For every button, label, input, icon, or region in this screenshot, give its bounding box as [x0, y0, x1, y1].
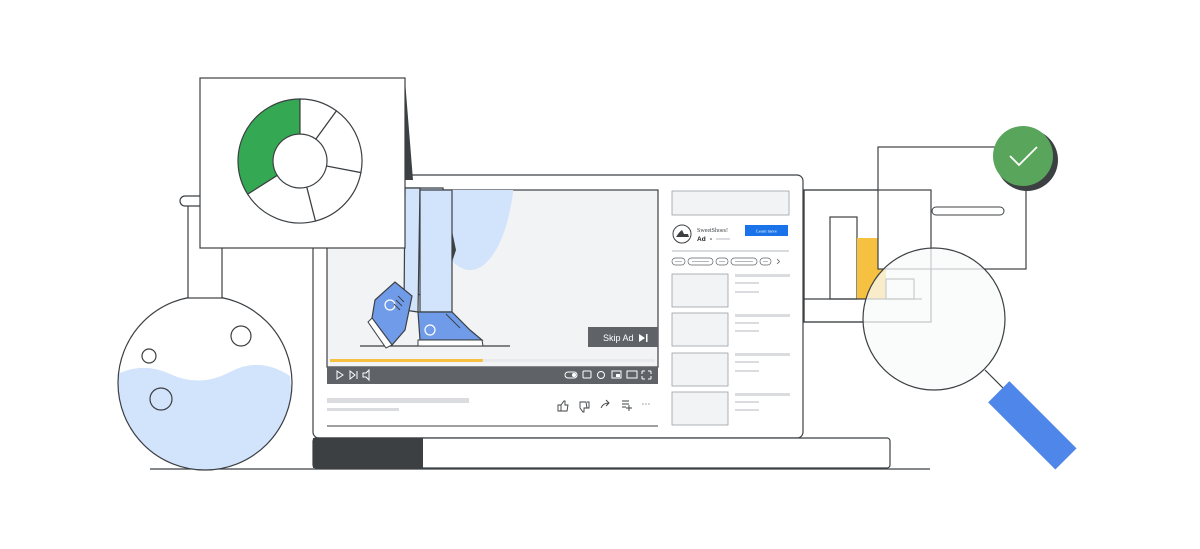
skip-ad-button[interactable]: Skip Ad: [588, 327, 658, 347]
magnifier-handle: [988, 381, 1077, 470]
video-subtitle-placeholder: [327, 408, 399, 411]
skip-ad-label: Skip Ad: [603, 333, 634, 343]
avatar: [672, 224, 692, 244]
learn-more-button[interactable]: Learn more: [745, 225, 788, 236]
status-line-placeholder: [931, 206, 1005, 216]
ad-progress-fill: [330, 359, 483, 362]
video-title-placeholder: [327, 398, 469, 403]
magnifier-lens: [862, 247, 1006, 391]
sidebar-banner-placeholder: [671, 190, 790, 216]
player-controls-bar: [327, 367, 658, 384]
check-badge: [993, 126, 1053, 186]
illustration-scene: Skip Ad SweetShoes! Ad Learn more: [117, 77, 1077, 471]
more-icon[interactable]: [642, 403, 650, 405]
flask-liquid: [118, 364, 292, 470]
bubble: [141, 348, 157, 364]
learn-more-label: Learn more: [756, 229, 777, 234]
laptop-hinge-shadow: [313, 438, 423, 468]
donut-chart-card: [199, 77, 413, 249]
ad-brand-name: SweetShoes!: [697, 228, 728, 234]
bar: [829, 216, 858, 300]
ad-badge: Ad: [697, 236, 706, 243]
magnifying-glass: [862, 247, 1077, 470]
bubble: [230, 325, 252, 347]
